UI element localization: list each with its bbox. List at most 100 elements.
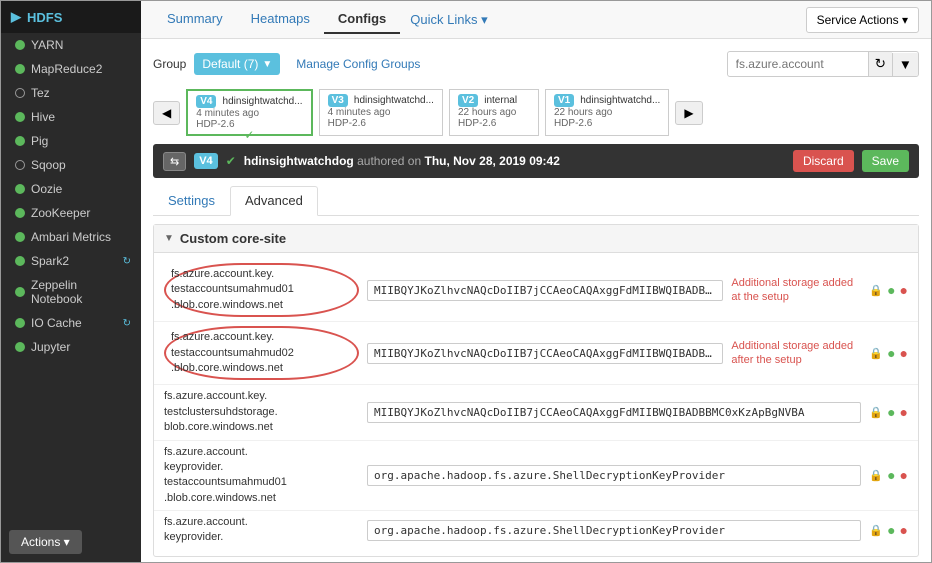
lock-icon[interactable]: 🔒 — [869, 284, 883, 297]
status-dot — [15, 160, 25, 170]
sidebar-item-label: Hive — [31, 110, 131, 124]
remove-icon[interactable]: ● — [900, 522, 908, 538]
config-section-title: Custom core-site — [180, 231, 286, 246]
cv-date: Thu, Nov 28, 2019 09:42 — [424, 154, 559, 168]
version-title: hdinsightwatchd... — [354, 95, 434, 106]
search-input[interactable] — [728, 53, 868, 75]
sidebar-footer: Actions ▾ — [1, 522, 141, 562]
sidebar-item-pig[interactable]: Pig — [1, 129, 141, 153]
lock-icon[interactable]: 🔒 — [869, 406, 883, 419]
sidebar-item-zeppelin-notebook[interactable]: Zeppelin Notebook — [1, 273, 141, 311]
version-hdp: HDP-2.6 — [328, 118, 434, 129]
hdfs-icon: ▶ — [11, 9, 21, 25]
group-caret-icon: ▼ — [262, 59, 272, 70]
status-dot — [15, 88, 25, 98]
version-time: 4 minutes ago — [328, 107, 434, 118]
config-section-header[interactable]: ▼ Custom core-site — [154, 225, 918, 253]
config-value-input[interactable] — [367, 520, 861, 541]
main-content: SummaryHeatmapsConfigs Quick Links ▾ Ser… — [141, 1, 931, 562]
sidebar-item-hive[interactable]: Hive — [1, 105, 141, 129]
status-dot — [15, 342, 25, 352]
refresh-icon[interactable]: ↻ — [123, 318, 131, 329]
sidebar-item-sqoop[interactable]: Sqoop — [1, 153, 141, 177]
top-nav: SummaryHeatmapsConfigs Quick Links ▾ Ser… — [141, 1, 931, 39]
save-button[interactable]: Save — [862, 150, 909, 172]
service-actions-label: Service Actions ▾ — [817, 13, 908, 27]
version-next-button[interactable]: ▶ — [675, 101, 702, 125]
version-card-v4[interactable]: V4 hdinsightwatchd... 4 minutes ago HDP-… — [186, 89, 312, 136]
add-icon[interactable]: ● — [887, 345, 895, 361]
add-icon[interactable]: ● — [887, 467, 895, 483]
settings-tab-advanced[interactable]: Advanced — [230, 186, 318, 216]
add-icon[interactable]: ● — [887, 282, 895, 298]
remove-icon[interactable]: ● — [900, 467, 908, 483]
table-row: fs.azure.account.key. testaccountsumahmu… — [154, 259, 918, 322]
config-row-actions: 🔒 ● ● — [869, 282, 908, 298]
tab-configs[interactable]: Configs — [324, 5, 400, 34]
version-card-v3[interactable]: V3 hdinsightwatchd... 4 minutes ago HDP-… — [319, 89, 443, 136]
service-actions-button[interactable]: Service Actions ▾ — [806, 7, 919, 33]
actions-label: Actions ▾ — [21, 535, 70, 549]
sidebar-item-ambari-metrics[interactable]: Ambari Metrics — [1, 225, 141, 249]
sidebar-item-label: IO Cache — [31, 316, 117, 330]
discard-button[interactable]: Discard — [793, 150, 854, 172]
sidebar-header[interactable]: ▶ HDFS — [1, 1, 141, 33]
version-badge: V2 — [458, 94, 478, 107]
lock-icon[interactable]: 🔒 — [869, 347, 883, 360]
version-card-v2[interactable]: V2 internal 22 hours ago HDP-2.6 — [449, 89, 539, 136]
config-value-input[interactable] — [367, 465, 861, 486]
sidebar-item-jupyter[interactable]: Jupyter — [1, 335, 141, 359]
add-icon[interactable]: ● — [887, 404, 895, 420]
sidebar-item-yarn[interactable]: YARN — [1, 33, 141, 57]
version-hdp: HDP-2.6 — [458, 118, 530, 129]
add-icon[interactable]: ● — [887, 522, 895, 538]
config-row-actions: 🔒 ● ● — [869, 467, 908, 483]
tab-summary[interactable]: Summary — [153, 5, 237, 34]
sidebar-item-mapreduce2[interactable]: MapReduce2 — [1, 57, 141, 81]
remove-icon[interactable]: ● — [900, 404, 908, 420]
sidebar-header-label: HDFS — [27, 10, 62, 25]
config-value-input[interactable] — [367, 343, 723, 364]
version-time: 22 hours ago — [554, 107, 660, 118]
config-row-actions: 🔒 ● ● — [869, 522, 908, 538]
cv-author-name: hdinsightwatchdog — [244, 154, 354, 168]
cv-diff-icon: ⇆ — [163, 152, 186, 171]
quick-links[interactable]: Quick Links ▾ — [410, 12, 487, 28]
manage-config-groups-link[interactable]: Manage Config Groups — [296, 57, 420, 71]
sidebar-item-zookeeper[interactable]: ZooKeeper — [1, 201, 141, 225]
config-row-actions: 🔒 ● ● — [869, 404, 908, 420]
version-badge: V1 — [554, 94, 574, 107]
sidebar-item-oozie[interactable]: Oozie — [1, 177, 141, 201]
sidebar-item-label: Tez — [31, 86, 131, 100]
status-dot — [15, 136, 25, 146]
cv-authored-text: authored on — [357, 154, 424, 168]
lock-icon[interactable]: 🔒 — [869, 524, 883, 537]
search-refresh-button[interactable]: ↻ — [868, 52, 892, 76]
search-dropdown-button[interactable]: ▼ — [892, 53, 918, 76]
sidebar-item-label: Spark2 — [31, 254, 117, 268]
version-hdp: HDP-2.6 — [554, 118, 660, 129]
version-time: 22 hours ago — [458, 107, 530, 118]
actions-button[interactable]: Actions ▾ — [9, 530, 82, 554]
config-section: ▼ Custom core-site fs.azure.account.key.… — [153, 224, 919, 557]
sidebar-item-label: YARN — [31, 38, 131, 52]
remove-icon[interactable]: ● — [900, 282, 908, 298]
table-row: fs.azure.account. keyprovider.🔒●● — [154, 511, 918, 550]
tab-heatmaps[interactable]: Heatmaps — [237, 5, 324, 34]
version-prev-button[interactable]: ◀ — [153, 101, 180, 125]
config-note: Additional storage added at the setup — [731, 276, 861, 305]
sidebar: ▶ HDFS YARN MapReduce2 Tez Hive PigSqoopOozi… — [1, 1, 141, 562]
sidebar-item-io-cache[interactable]: IO Cache ↻ — [1, 311, 141, 335]
settings-tab-settings[interactable]: Settings — [153, 186, 230, 215]
group-select-button[interactable]: Default (7) ▼ — [194, 53, 280, 75]
config-value-input[interactable] — [367, 280, 723, 301]
remove-icon[interactable]: ● — [900, 345, 908, 361]
refresh-icon[interactable]: ↻ — [123, 256, 131, 267]
table-row: fs.azure.account. keyprovider. testaccou… — [154, 441, 918, 512]
sidebar-item-spark2[interactable]: Spark2 ↻ — [1, 249, 141, 273]
lock-icon[interactable]: 🔒 — [869, 469, 883, 482]
config-value-input[interactable] — [367, 402, 861, 423]
version-badge: V3 — [328, 94, 348, 107]
version-card-v1[interactable]: V1 hdinsightwatchd... 22 hours ago HDP-2… — [545, 89, 669, 136]
sidebar-item-tez[interactable]: Tez — [1, 81, 141, 105]
